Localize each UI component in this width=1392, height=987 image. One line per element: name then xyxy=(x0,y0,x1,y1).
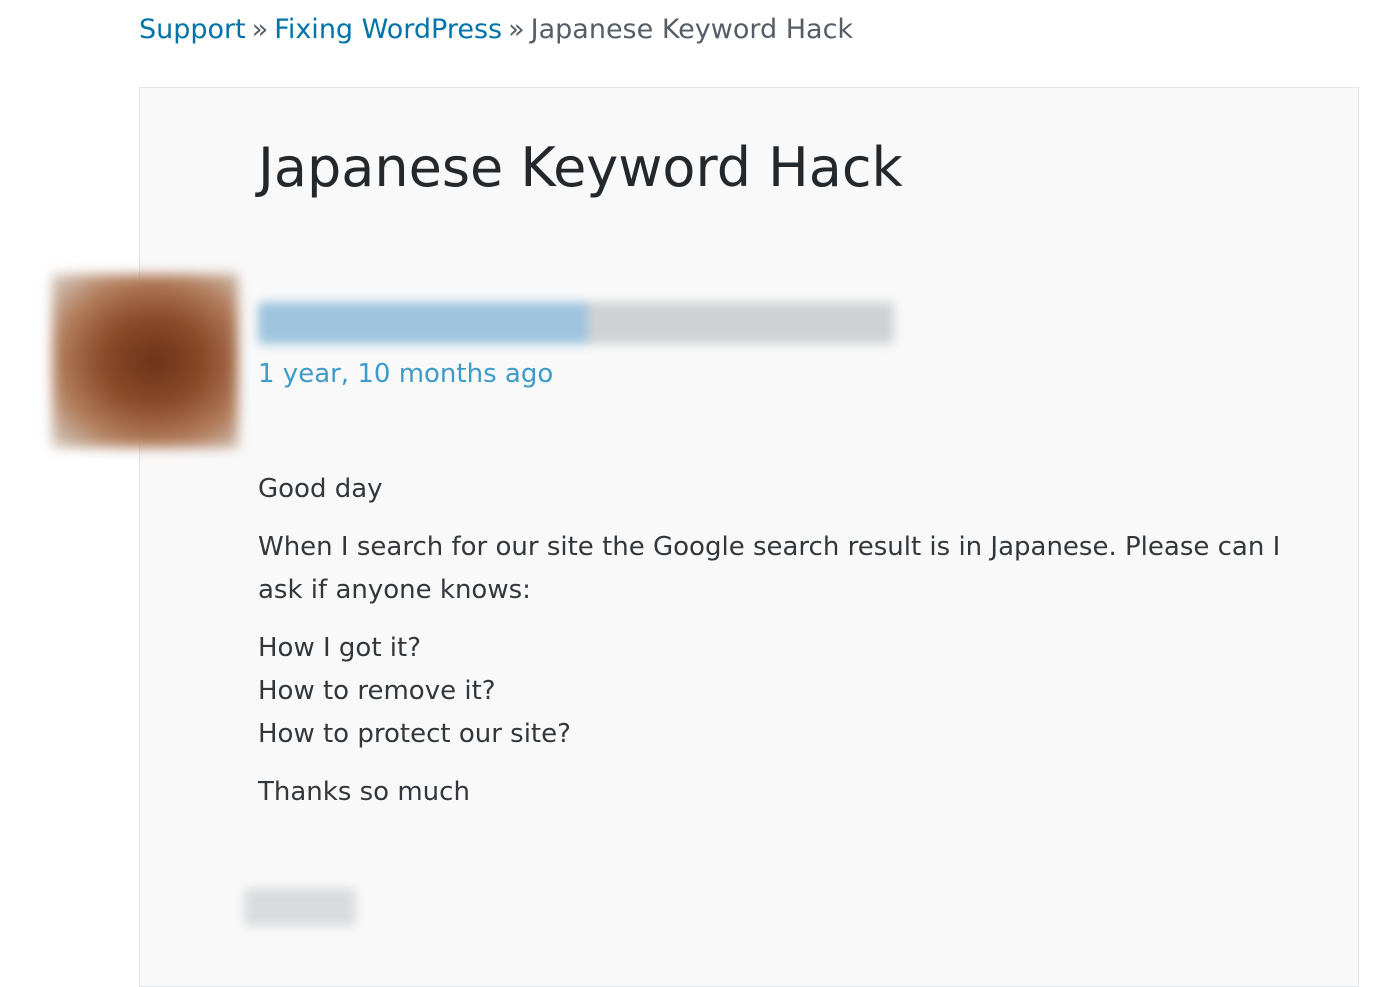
author-name[interactable] xyxy=(258,302,894,344)
post-question-line: How to remove it? xyxy=(258,676,496,706)
breadcrumb-link-support[interactable]: Support xyxy=(139,14,246,45)
post-content: Good day When I search for our site the … xyxy=(258,468,1318,829)
post-tag[interactable] xyxy=(244,888,356,926)
breadcrumb-link-fixing-wordpress[interactable]: Fixing WordPress xyxy=(274,14,502,45)
user-avatar-icon[interactable] xyxy=(52,274,238,448)
post-questions: How I got it? How to remove it? How to p… xyxy=(258,627,1318,756)
breadcrumb-current: Japanese Keyword Hack xyxy=(530,14,854,45)
post-question-line: How to protect our site? xyxy=(258,719,571,749)
breadcrumb-separator: » xyxy=(251,14,269,45)
breadcrumb: Support» Fixing WordPress» Japanese Keywor… xyxy=(139,10,853,50)
page-title: Japanese Keyword Hack xyxy=(258,136,903,199)
post-question-line: How I got it? xyxy=(258,633,422,663)
post-greeting: Good day xyxy=(258,474,383,504)
post-closing: Thanks so much xyxy=(258,777,470,807)
breadcrumb-separator: » xyxy=(508,14,525,45)
post-timestamp-link[interactable]: 1 year, 10 months ago xyxy=(258,354,553,394)
post-paragraph: When I search for our site the Google se… xyxy=(258,532,1281,605)
